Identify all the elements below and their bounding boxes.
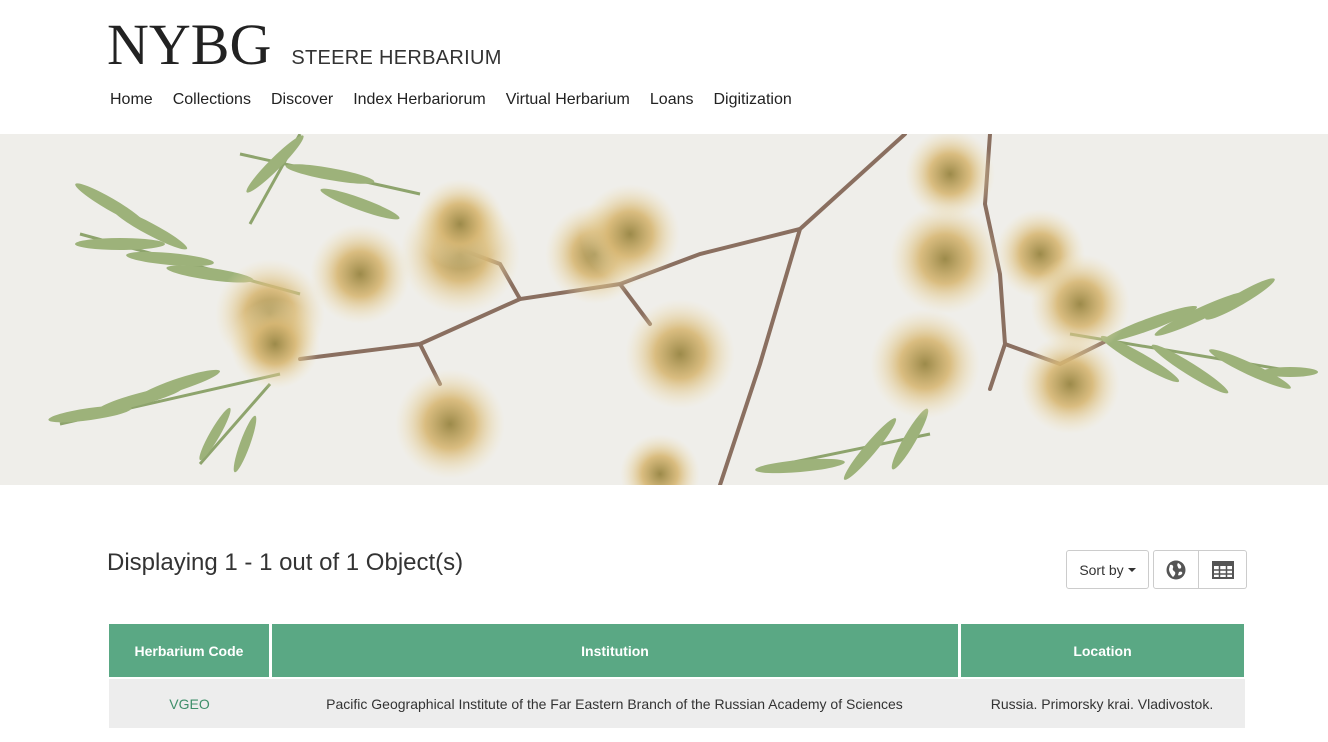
globe-icon — [1166, 560, 1186, 579]
sort-by-label: Sort by — [1079, 561, 1124, 578]
sort-by-dropdown[interactable]: Sort by — [1066, 550, 1149, 589]
pressed-plant-illustration — [0, 134, 1328, 485]
column-header-institution[interactable]: Institution — [270, 623, 959, 677]
main-nav: Home Collections Discover Index Herbario… — [110, 90, 812, 110]
specimen-banner-image — [0, 134, 1328, 485]
column-header-herbarium-code[interactable]: Herbarium Code — [109, 623, 270, 677]
herbarium-subtitle: STEERE HERBARIUM — [291, 47, 502, 69]
herbarium-code-link[interactable]: VGEO — [169, 696, 209, 712]
nav-item-discover[interactable]: Discover — [271, 90, 333, 110]
table-icon — [1211, 560, 1234, 579]
table-header-row: Herbarium Code Institution Location — [109, 623, 1245, 677]
nav-item-loans[interactable]: Loans — [650, 90, 694, 110]
nav-item-digitization[interactable]: Digitization — [713, 90, 791, 110]
institution-cell: Pacific Geographical Institute of the Fa… — [270, 677, 959, 728]
nav-item-index-herbariorum[interactable]: Index Herbariorum — [353, 90, 486, 110]
herbarium-code-cell: VGEO — [109, 677, 270, 728]
results-count: Displaying 1 - 1 out of 1 Object(s) — [107, 549, 464, 576]
column-header-location[interactable]: Location — [959, 623, 1245, 677]
site-brand[interactable]: NYBG STEERE HERBARIUM — [107, 14, 502, 76]
nav-item-virtual-herbarium[interactable]: Virtual Herbarium — [506, 90, 630, 110]
herbarium-results-table: Herbarium Code Institution Location VGEO… — [109, 623, 1245, 728]
nav-item-collections[interactable]: Collections — [173, 90, 251, 110]
table-row: VGEO Pacific Geographical Institute of t… — [109, 677, 1245, 728]
nybg-logo[interactable]: NYBG — [107, 14, 271, 76]
results-toolbar: Sort by — [1066, 550, 1247, 589]
view-toggle-group — [1153, 550, 1247, 589]
location-cell: Russia. Primorsky krai. Vladivostok. — [959, 677, 1245, 728]
caret-down-icon — [1127, 567, 1136, 572]
table-view-button[interactable] — [1199, 550, 1247, 589]
nav-item-home[interactable]: Home — [110, 90, 153, 110]
map-view-button[interactable] — [1153, 550, 1199, 589]
